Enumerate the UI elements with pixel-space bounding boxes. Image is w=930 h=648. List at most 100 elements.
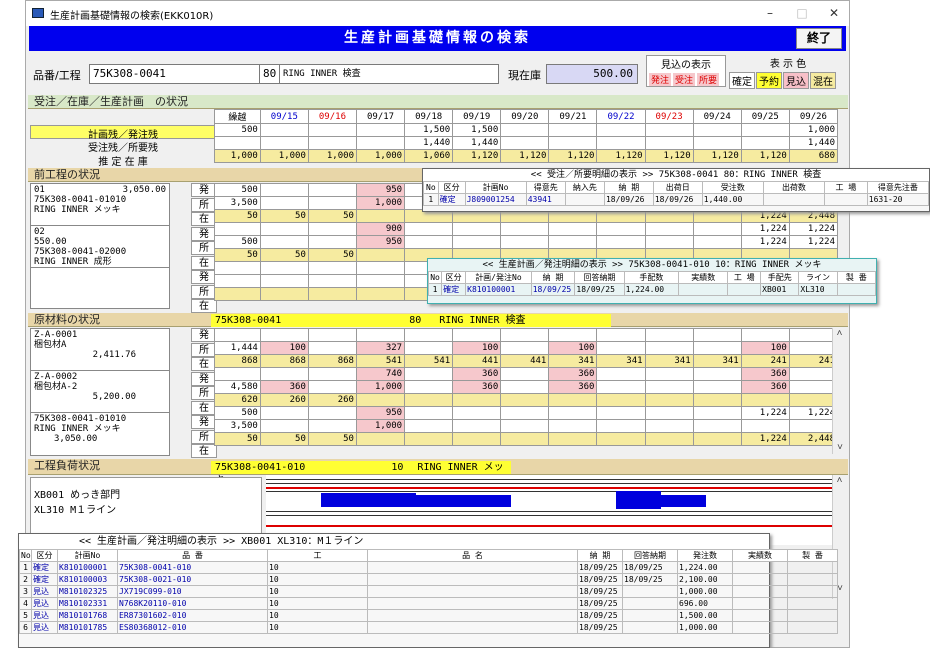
popup2-row[interactable]: 1 確定 K810100001 18/09/25 18/09/25 1,224.00 XB0…: [427, 283, 877, 296]
popup3-cell: M810102331: [57, 597, 118, 610]
popup3-cell: 10: [267, 621, 368, 634]
section3-cell: 2,448: [788, 432, 839, 446]
load-scroll-up-icon[interactable]: ˄: [833, 475, 846, 487]
popup1-header-cell: 納入先: [564, 181, 605, 194]
section3-cell: [644, 406, 694, 420]
popup2-header-cell: 計画/発注No: [465, 271, 532, 284]
section2-cell: [452, 222, 502, 236]
load-bar-1: [321, 493, 416, 507]
material-group-2[interactable]: Z-A-0002 梱包材A-2 5,200.00: [30, 370, 170, 414]
section3-cell: [788, 380, 839, 394]
section1-cell: 1,120: [548, 149, 598, 163]
popup-line-table: No.区分計画No品 番工品 名納 期回答納期発注数実績数製 番1確定K8101…: [19, 549, 838, 634]
popup3-row[interactable]: 3 見込 M810102325 JX719C099-010 10 18/09/25 1,00…: [19, 585, 838, 598]
popup3-header-cell: 計画No: [57, 549, 118, 562]
section3-cell: 360: [259, 380, 309, 394]
forecast-order-flag[interactable]: 発注: [649, 73, 672, 86]
prev-group-2[interactable]: 02 550.00 75K308-0041-02000 RING INNER 成…: [30, 225, 170, 269]
popup3-cell: 18/09/25: [577, 597, 623, 610]
section3-cell: 541: [355, 354, 406, 368]
popup2-header-cell: 手配先: [760, 271, 800, 284]
minimize-button[interactable]: –: [756, 4, 784, 22]
section1-cell: 1,000: [259, 149, 309, 163]
popup2-cell: 1,224.00: [623, 283, 680, 296]
popup1-row[interactable]: 1 確定 J809001254 43941 18/09/26 18/09/26 1,440.…: [423, 193, 930, 206]
material-1-name: 梱包材A: [34, 340, 67, 350]
section3-cell: [307, 367, 357, 381]
scroll-up-icon[interactable]: ˄: [833, 328, 846, 340]
material-group-1[interactable]: Z-A-0001 梱包材A 2,411.76: [30, 328, 170, 372]
section2-cell: [404, 222, 454, 236]
section1-cell: [596, 136, 646, 150]
section-order-stock-title: 受注／在庫／生産計画 の状況: [28, 95, 848, 109]
forecast-need-flag[interactable]: 所要: [697, 73, 720, 86]
popup3-row[interactable]: 4 見込 M810102331 N768K20110-010 10 18/09/25 696…: [19, 597, 838, 610]
section1-cell: 1,120: [740, 149, 790, 163]
material-group-3[interactable]: 75K308-0041-01010 RING INNER メッキ 3,050.0…: [30, 412, 170, 456]
material-scrollbar[interactable]: ˄ ˅: [832, 328, 846, 454]
section3-cell: 441: [452, 354, 502, 368]
forecast-receive-flag[interactable]: 受注: [673, 73, 696, 86]
section3-cell: [644, 419, 694, 433]
scroll-down-icon[interactable]: ˅: [833, 442, 847, 454]
popup3-cell: [787, 597, 838, 610]
section3-cell: [548, 328, 598, 342]
popup2-header-cell: ライン: [798, 271, 838, 284]
prev-group-2-qty: 550.00: [34, 237, 67, 247]
section2-cell: 1,224: [740, 222, 790, 236]
kind-label: 在: [191, 299, 217, 313]
popup3-cell: 18/09/25: [577, 573, 623, 586]
popup3-cell: 10: [267, 597, 368, 610]
section2-cell: [644, 235, 694, 249]
section3-cell: 500: [214, 406, 261, 420]
app-icon: [32, 8, 44, 18]
popup3-row[interactable]: 2 確定 K810100003 75K308-0021-010 10 18/09/25 18…: [19, 573, 838, 586]
section2-cell: 50: [214, 248, 261, 262]
section1-cell: [740, 123, 790, 137]
exit-button[interactable]: 終了: [796, 28, 842, 49]
section2-cell: [214, 222, 261, 236]
popup3-cell: [732, 621, 788, 634]
popup3-cell: [787, 585, 838, 598]
section3-cell: 341: [596, 354, 646, 368]
popup3-cell: [732, 573, 788, 586]
popup3-row[interactable]: 1 確定 K810100001 75K308-0041-010 10 18/09/25 18…: [19, 561, 838, 574]
close-button[interactable]: ✕: [820, 4, 848, 22]
section3-cell: [644, 367, 694, 381]
popup3-cell: N768K20110-010: [117, 597, 268, 610]
section3-cell: [259, 328, 309, 342]
popup1-header-cell: 区分: [437, 181, 466, 194]
section1-labels: 計画残／発注残 受注残／所要残 推 定 在 庫: [30, 125, 216, 168]
section2-cell: [355, 209, 406, 223]
section3-cell: [500, 380, 550, 394]
process-input[interactable]: 80: [259, 64, 281, 84]
section3-cell: 327: [355, 341, 406, 355]
popup1-header-cell: 受注数: [701, 181, 764, 194]
section2-cell: 50: [307, 248, 357, 262]
popup3-row[interactable]: 6 見込 M810101785 ES80368012-010 10 18/09/25 1,0…: [19, 621, 838, 634]
section3-cell: [452, 432, 502, 446]
section2-cell: [307, 287, 357, 301]
section3-cell: [548, 432, 598, 446]
section3-cell: 950: [355, 406, 406, 420]
label-order-remaining: 受注残／所要残: [88, 143, 158, 154]
section2-cell: 1,224: [740, 235, 790, 249]
popup3-cell: 696.00: [677, 597, 733, 610]
prev-group-1[interactable]: 01 3,050.00 75K308-0041-01010 RING INNER …: [30, 183, 170, 227]
prev-group-1-qty: 3,050.00: [122, 185, 166, 195]
load-item-code: 75K308-0041-010: [215, 462, 306, 473]
section3-cell: [307, 406, 357, 420]
section1-cell: 1,440: [404, 136, 454, 150]
section1-cell: [355, 123, 406, 137]
popup3-row[interactable]: 5 見込 M810101768 ER87301602-010 10 18/09/25 1,5…: [19, 609, 838, 622]
material-item-code: 75K308-0041: [215, 315, 282, 326]
section2-cell: [214, 287, 261, 301]
section2-cell: [644, 222, 694, 236]
item-input[interactable]: 75K308-0041: [89, 64, 264, 84]
popup3-cell: [732, 597, 788, 610]
section3-cell: [307, 341, 357, 355]
maximize-button[interactable]: □: [788, 4, 816, 22]
load-bar-4: [661, 495, 706, 507]
date-header: 09/17: [355, 109, 406, 124]
section2-cell: 50: [214, 209, 261, 223]
